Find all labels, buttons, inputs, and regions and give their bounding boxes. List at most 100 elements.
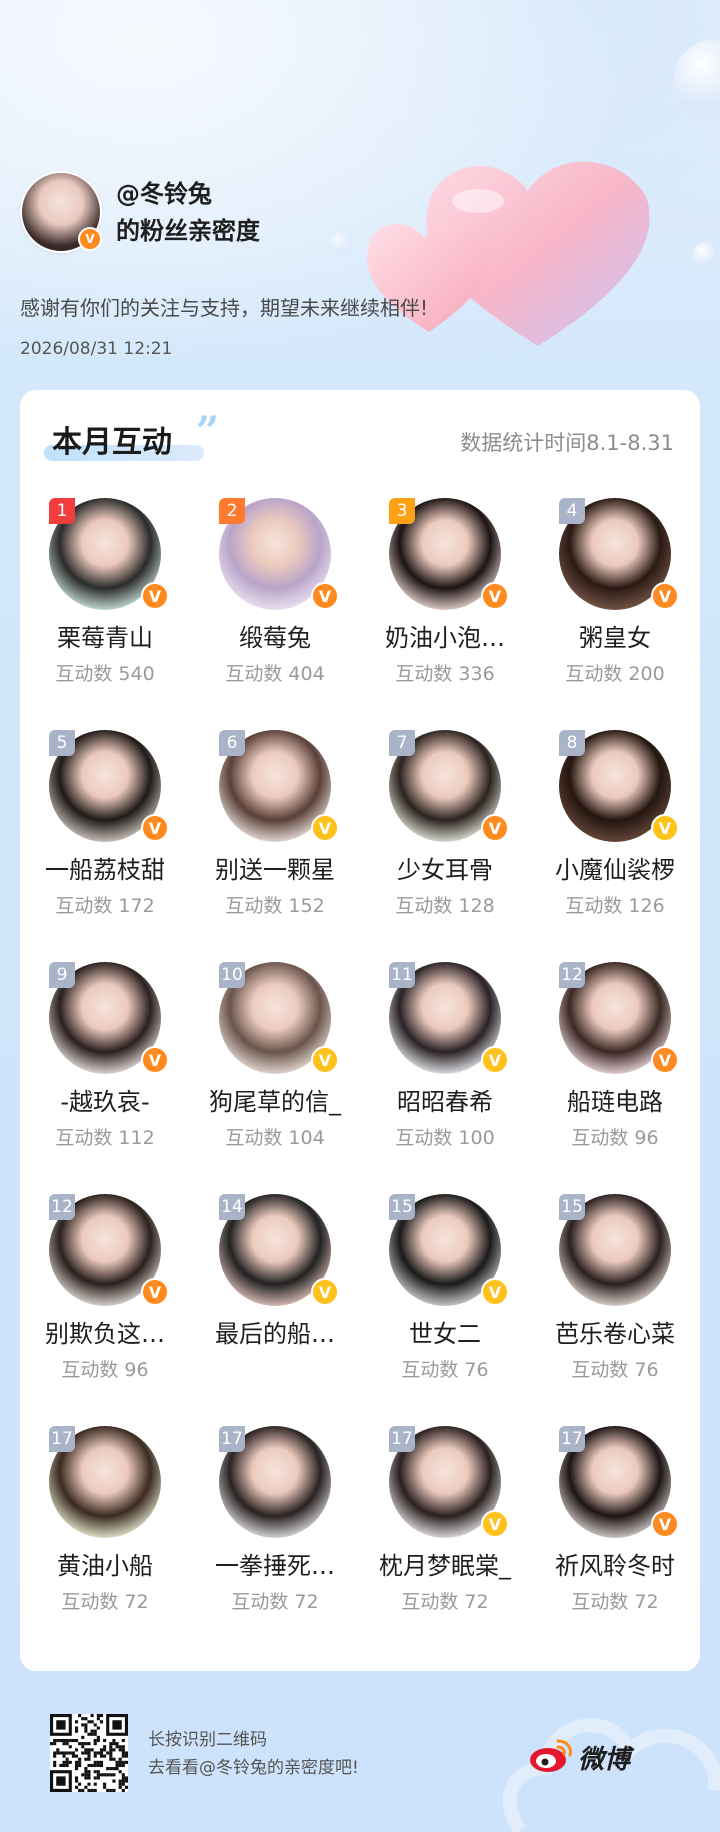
footer-hint: 长按识别二维码 — [148, 1730, 267, 1750]
interaction-count: 互动数 76 — [530, 1355, 700, 1382]
interaction-count: 互动数 72 — [530, 1587, 700, 1614]
quote-icon: ” — [196, 408, 220, 455]
interaction-count-value: 200 — [628, 663, 665, 685]
fan-item[interactable]: 7 V 少女耳骨 互动数 128 — [360, 730, 530, 966]
interaction-count: 互动数 200 — [530, 659, 700, 686]
fan-item[interactable]: 17 一拳捶死… 互动数 72 — [190, 1426, 360, 1662]
rank-badge: 10 — [219, 962, 245, 988]
interaction-count-label: 互动数 — [61, 1591, 125, 1613]
interaction-count-label: 互动数 — [231, 1591, 295, 1613]
fan-name[interactable]: 最后的船… — [190, 1314, 360, 1349]
interaction-count-label: 互动数 — [225, 895, 289, 917]
fan-name[interactable]: 祈风聆冬时 — [530, 1546, 700, 1581]
fan-item[interactable]: 3 V 奶油小泡… 互动数 336 — [360, 498, 530, 734]
interaction-count: 互动数 172 — [20, 891, 190, 918]
interaction-count-value: 126 — [628, 895, 665, 917]
fan-item[interactable]: 15 V 世女二 互动数 76 — [360, 1194, 530, 1430]
interaction-count-value: 96 — [124, 1359, 149, 1381]
fan-item[interactable]: 8 V 小魔仙裟椤 互动数 126 — [530, 730, 700, 966]
rank-badge: 9 — [49, 962, 75, 988]
fan-item[interactable]: 12 V 别欺负这… 互动数 96 — [20, 1194, 190, 1430]
interaction-count-value: 404 — [288, 663, 325, 685]
interaction-count: 互动数 126 — [530, 891, 700, 918]
interaction-count-value: 128 — [458, 895, 495, 917]
interaction-count-value: 72 — [294, 1591, 319, 1613]
fan-name[interactable]: 枕月梦眠棠_ — [360, 1546, 530, 1581]
rank-badge: 17 — [49, 1426, 75, 1452]
verified-v-icon: V — [651, 814, 679, 842]
page-subtitle: 的粉丝亲密度 — [116, 217, 260, 245]
interaction-count: 互动数 104 — [190, 1123, 360, 1150]
fan-name[interactable]: 一船荔枝甜 — [20, 850, 190, 885]
interaction-count-value: 152 — [288, 895, 325, 917]
fan-name[interactable]: 芭乐卷心菜 — [530, 1314, 700, 1349]
rank-badge: 17 — [389, 1426, 415, 1452]
fan-name[interactable]: 世女二 — [360, 1314, 530, 1349]
fan-name[interactable]: 少女耳骨 — [360, 850, 530, 885]
fan-name[interactable]: 船琏电路 — [530, 1082, 700, 1117]
interaction-count: 互动数 96 — [530, 1123, 700, 1150]
qr-code-icon[interactable] — [50, 1714, 128, 1792]
interaction-count: 互动数 112 — [20, 1123, 190, 1150]
interaction-count: 互动数 72 — [20, 1587, 190, 1614]
fan-name[interactable]: 别送一颗星 — [190, 850, 360, 885]
fan-item[interactable]: 11 V 昭昭春希 互动数 100 — [360, 962, 530, 1198]
interaction-count-label: 互动数 — [395, 663, 459, 685]
fan-item[interactable]: 9 V -越玖哀- 互动数 112 — [20, 962, 190, 1198]
fan-item[interactable]: 17 黄油小船互动数 72 — [20, 1426, 190, 1662]
verified-v-icon: V — [311, 1278, 339, 1306]
fan-name[interactable]: 奶油小泡… — [360, 618, 530, 653]
fan-item[interactable]: 6 V 别送一颗星 互动数 152 — [190, 730, 360, 966]
verified-v-icon: V — [481, 1046, 509, 1074]
fan-name[interactable]: 别欺负这… — [20, 1314, 190, 1349]
interaction-count: 互动数 152 — [190, 891, 360, 918]
thanks-message: 感谢有你们的关注与支持，期望未来继续相伴! — [20, 296, 429, 320]
fan-name[interactable]: 粥皇女 — [530, 618, 700, 653]
fan-name[interactable]: 栗莓青山 — [20, 618, 190, 653]
rank-badge: 14 — [219, 1194, 245, 1220]
fan-item[interactable]: 14 V 最后的船… — [190, 1194, 360, 1430]
owner-name[interactable]: @冬铃兔 — [116, 174, 212, 209]
interaction-count: 互动数 96 — [20, 1355, 190, 1382]
fan-item[interactable]: 10 V 狗尾草的信_ 互动数 104 — [190, 962, 360, 1198]
fan-item[interactable]: 15 芭乐卷心菜 互动数 76 — [530, 1194, 700, 1430]
verified-v-icon: V — [481, 582, 509, 610]
verified-v-icon: V — [481, 814, 509, 842]
verified-v-icon: V — [141, 1046, 169, 1074]
fan-item[interactable]: 2 V 缎莓兔 互动数 404 — [190, 498, 360, 734]
fan-name[interactable]: 缎莓兔 — [190, 618, 360, 653]
fan-item[interactable]: 1 V 栗莓青山 互动数 540 — [20, 498, 190, 734]
weibo-logo-icon[interactable] — [528, 1735, 574, 1775]
verified-v-icon: V — [141, 814, 169, 842]
interaction-count-label: 互动数 — [565, 663, 629, 685]
verified-v-icon: V — [141, 1278, 169, 1306]
verified-v-icon: V — [481, 1278, 509, 1306]
interaction-count: 互动数 72 — [190, 1587, 360, 1614]
interaction-count: 互动数 128 — [360, 891, 530, 918]
fan-name[interactable]: 小魔仙裟椤 — [530, 850, 700, 885]
fan-item[interactable]: 17 V 祈风聆冬时 互动数 72 — [530, 1426, 700, 1662]
fan-name[interactable]: -越玖哀- — [20, 1082, 190, 1117]
interaction-count-label: 互动数 — [571, 1127, 635, 1149]
fan-name[interactable]: 一拳捶死… — [190, 1546, 360, 1581]
verified-v-icon: V — [78, 227, 102, 251]
interaction-count-value: 336 — [458, 663, 495, 685]
fan-name[interactable]: 黄油小船 — [20, 1546, 190, 1581]
fan-name[interactable]: 昭昭春希 — [360, 1082, 530, 1117]
interaction-count-value: 172 — [118, 895, 155, 917]
interaction-count-value: 72 — [124, 1591, 149, 1613]
fan-item[interactable]: 5 V 一船荔枝甜 互动数 172 — [20, 730, 190, 966]
interaction-count-value: 112 — [118, 1127, 155, 1149]
fan-item[interactable]: 17 V 枕月梦眠棠_ 互动数 72 — [360, 1426, 530, 1662]
verified-v-icon: V — [651, 1046, 679, 1074]
interaction-count-label: 互动数 — [55, 1127, 119, 1149]
verified-v-icon: V — [311, 582, 339, 610]
interaction-count-value: 76 — [464, 1359, 489, 1381]
verified-v-icon: V — [651, 582, 679, 610]
fan-item[interactable]: 4 V 粥皇女 互动数 200 — [530, 498, 700, 734]
fan-item[interactable]: 12 V 船琏电路 互动数 96 — [530, 962, 700, 1198]
fan-name[interactable]: 狗尾草的信_ — [190, 1082, 360, 1117]
interaction-count-label: 互动数 — [571, 1591, 635, 1613]
interaction-count-value: 72 — [464, 1591, 489, 1613]
verified-v-icon: V — [651, 1510, 679, 1538]
